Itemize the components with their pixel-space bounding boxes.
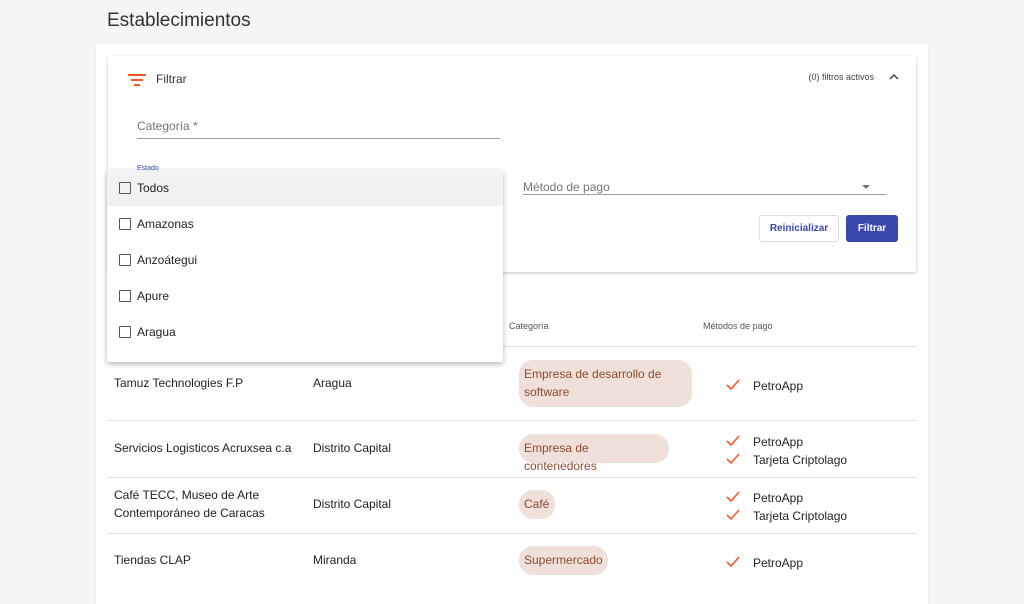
- chip-line: Supermercado: [524, 553, 603, 567]
- category-chip: Café: [519, 490, 555, 519]
- row-estado: Miranda: [313, 553, 357, 567]
- row-name: Tiendas CLAP: [114, 553, 191, 567]
- column-header-categoria: Categoría: [509, 321, 549, 331]
- row-name-line: Contemporáneo de Caracas: [114, 506, 265, 520]
- row-estado: Distrito Capital: [313, 441, 392, 455]
- filter-label[interactable]: Filtrar: [156, 72, 187, 86]
- reset-button[interactable]: Reinicializar: [759, 215, 839, 242]
- option-label: Todos: [137, 181, 170, 195]
- estado-dropdown-menu: Todos Amazonas Anzoátegui Apure Aragua: [107, 170, 503, 362]
- chip-line: Empresa de desarrollo de: [524, 367, 662, 381]
- option-apure[interactable]: Apure: [107, 278, 503, 314]
- checkbox[interactable]: [119, 326, 131, 338]
- check-icon: [726, 491, 740, 503]
- dropdown-arrow-icon: [862, 185, 870, 189]
- chip-line: software: [524, 385, 570, 399]
- check-icon: [726, 435, 740, 447]
- category-chip: Empresa de desarrollo de software: [519, 360, 692, 407]
- row-divider: [108, 420, 916, 421]
- option-aragua[interactable]: Aragua: [107, 314, 503, 350]
- option-amazonas[interactable]: Amazonas: [107, 206, 503, 242]
- row-divider: [108, 477, 916, 478]
- checkbox[interactable]: [119, 218, 131, 230]
- payment-method-label: Tarjeta Criptolago: [753, 509, 848, 523]
- option-label: Aragua: [137, 325, 176, 339]
- page-title: Establecimientos: [107, 10, 251, 31]
- filter-icon[interactable]: [128, 73, 146, 87]
- check-icon: [726, 379, 740, 391]
- payment-method-label: PetroApp: [753, 435, 804, 449]
- row-estado: Distrito Capital: [313, 497, 392, 511]
- row-name: Café TECC, Museo de Arte Contemporáneo d…: [114, 486, 265, 522]
- checkbox[interactable]: [119, 182, 131, 194]
- option-anzoategui[interactable]: Anzoátegui: [107, 242, 503, 278]
- category-chip: Empresa de contenedores: [519, 434, 669, 473]
- payment-method-label: Tarjeta Criptolago: [753, 453, 848, 467]
- chevron-up-icon[interactable]: [888, 72, 900, 82]
- checkbox[interactable]: [119, 290, 131, 302]
- checkbox[interactable]: [119, 254, 131, 266]
- payment-method-label: PetroApp: [753, 379, 804, 393]
- option-todos[interactable]: Todos: [107, 170, 503, 206]
- payment-method-label: PetroApp: [753, 556, 804, 570]
- payment-method-label: PetroApp: [753, 491, 804, 505]
- active-filters-count: (0) filtros activos: [808, 72, 874, 82]
- categoria-input[interactable]: Categoría *: [137, 116, 500, 139]
- categoria-placeholder: Categoría *: [137, 119, 198, 133]
- option-label: Apure: [137, 289, 170, 303]
- check-icon: [726, 453, 740, 465]
- check-icon: [726, 509, 740, 521]
- check-icon: [726, 556, 740, 568]
- filter-button[interactable]: Filtrar: [846, 215, 898, 242]
- option-label: Amazonas: [137, 217, 194, 231]
- column-header-metodos: Métodos de pago: [703, 321, 773, 331]
- row-name: Servicios Logisticos Acruxsea c.a: [114, 441, 292, 455]
- metodo-pago-placeholder: Método de pago: [523, 180, 610, 194]
- row-estado: Aragua: [313, 376, 352, 390]
- row-divider: [108, 533, 916, 534]
- row-name: Tamuz Technologies F.P: [114, 376, 244, 390]
- chip-line: Café: [524, 497, 550, 511]
- chip-line: Empresa de contenedores: [524, 441, 597, 473]
- row-name-line: Café TECC, Museo de Arte: [114, 488, 260, 502]
- metodo-pago-select[interactable]: Método de pago: [523, 176, 886, 195]
- option-label: Anzoátegui: [137, 253, 198, 267]
- category-chip: Supermercado: [519, 546, 608, 575]
